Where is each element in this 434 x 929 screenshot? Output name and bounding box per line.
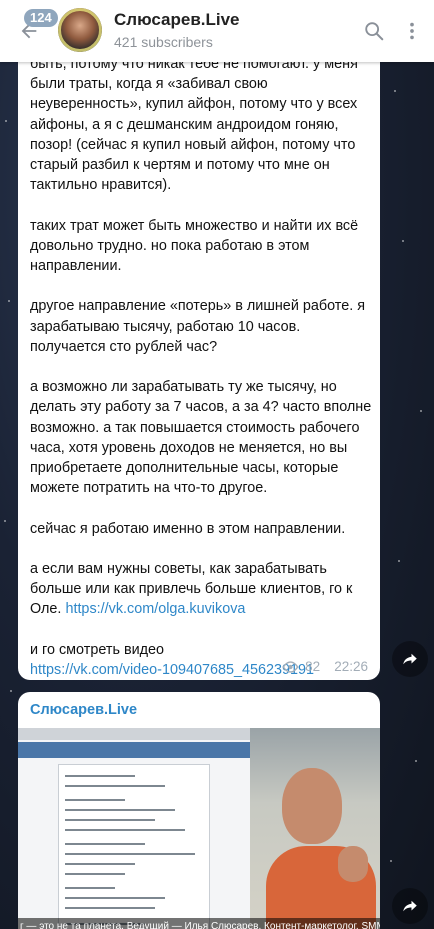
share-button[interactable] — [392, 641, 428, 677]
eye-icon — [282, 660, 299, 673]
video-message-bubble: Слюсарев.Live г — это не та планета. Вед… — [18, 692, 380, 929]
message-body-end: и го смотреть видео — [30, 641, 165, 658]
share-button-video[interactable] — [392, 888, 428, 924]
forwarded-channel-name[interactable]: Слюсарев.Live — [30, 702, 137, 718]
unread-count-badge: 124 — [24, 9, 58, 27]
more-menu-button[interactable] — [398, 17, 426, 45]
search-button[interactable] — [360, 17, 388, 45]
share-arrow-icon — [403, 653, 417, 665]
chat-header: 124 Слюсарев.Live 421 subscribers — [0, 0, 434, 62]
message-text: быть, потому что никак тебе не помогают.… — [30, 54, 376, 680]
video-preview[interactable]: г — это не та планета. Ведущий — Илья Сл… — [18, 728, 380, 929]
message-meta: 82 22:26 — [282, 659, 368, 674]
video-caption: г — это не та планета. Ведущий — Илья Сл… — [18, 918, 380, 929]
message-body: быть, потому что никак тебе не помогают.… — [30, 56, 372, 618]
vk-video-link[interactable]: https://vk.com/video-109407685_456239191 — [30, 662, 314, 678]
vk-profile-link[interactable]: https://vk.com/olga.kuvikova — [65, 601, 245, 617]
message-time: 22:26 — [334, 659, 368, 674]
video-speaker — [250, 728, 380, 929]
share-arrow-icon — [403, 900, 417, 912]
more-vertical-icon — [410, 22, 414, 40]
subscribers-count: 421 subscribers — [114, 34, 213, 50]
channel-title[interactable]: Слюсарев.Live — [114, 10, 240, 30]
channel-avatar[interactable] — [58, 8, 102, 52]
video-screen-recording — [18, 728, 250, 929]
message-bubble: быть, потому что никак тебе не помогают.… — [18, 40, 380, 680]
views-count: 82 — [305, 659, 321, 674]
search-icon — [365, 22, 384, 41]
